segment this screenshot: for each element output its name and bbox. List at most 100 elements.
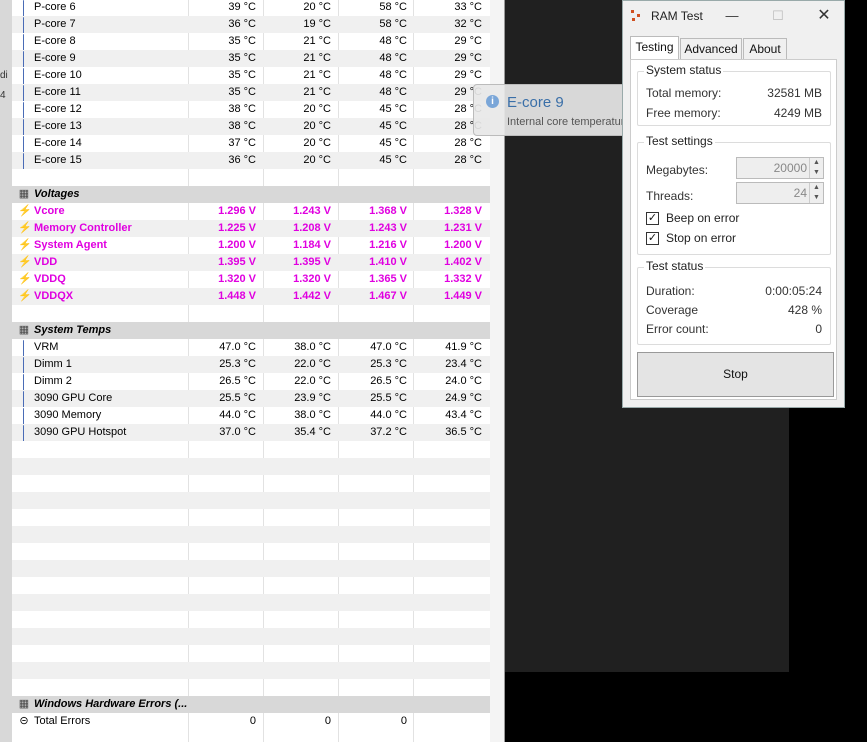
megabytes-stepper[interactable]: 20000 ▲ ▼ <box>736 157 824 179</box>
table-row[interactable]: │ VRM 47.0 °C 38.0 °C 47.0 °C 41.9 °C <box>12 339 490 356</box>
up-arrow-icon[interactable]: ▲ <box>809 183 823 193</box>
table-row[interactable]: │ P-core 7 36 °C 19 °C 58 °C 32 °C <box>12 16 490 33</box>
min-value: 1.208 V <box>293 222 331 234</box>
table-row[interactable]: │ 3090 GPU Core 25.5 °C 23.9 °C 25.5 °C 24.9 … <box>12 390 490 407</box>
test-settings-group: Test settings Megabytes: 20000 ▲ ▼ Threa… <box>637 134 831 255</box>
average-value: 24.9 °C <box>445 392 482 404</box>
section-header[interactable]: ▦ Windows Hardware Errors (... <box>12 696 490 713</box>
min-value: 20 °C <box>303 103 331 115</box>
minimize-icon[interactable]: — <box>722 6 742 26</box>
table-row[interactable]: │ E-core 8 35 °C 21 °C 48 °C 29 °C <box>12 33 490 50</box>
min-value: 23.9 °C <box>294 392 331 404</box>
app-logo-icon <box>631 10 641 22</box>
table-row[interactable]: ⚡ VDDQX 1.448 V 1.442 V 1.467 V 1.449 V <box>12 288 490 305</box>
beep-on-error-label[interactable]: Beep on error <box>666 211 739 225</box>
max-value: 1.368 V <box>369 205 407 217</box>
beep-on-error-checkbox[interactable]: ✓ <box>646 212 659 225</box>
table-row[interactable]: │ P-core 6 39 °C 20 °C 58 °C 33 °C <box>12 0 490 16</box>
max-value: 25.5 °C <box>370 392 407 404</box>
maximize-icon[interactable]: ☐ <box>768 6 788 26</box>
thermometer-icon: │ <box>19 374 29 389</box>
sensor-name: 3090 Memory <box>34 409 102 421</box>
stop-on-error-label[interactable]: Stop on error <box>666 231 736 245</box>
min-value: 21 °C <box>303 86 331 98</box>
max-value: 37.2 °C <box>370 426 407 438</box>
min-value: 20 °C <box>303 1 331 13</box>
sensor-name: E-core 14 <box>34 137 82 149</box>
table-row[interactable]: │ 3090 Memory 44.0 °C 38.0 °C 44.0 °C 43.4 °C <box>12 407 490 424</box>
average-value: 28 °C <box>454 137 482 149</box>
max-value: 25.3 °C <box>370 358 407 370</box>
tooltip-title: E-core 9 <box>507 94 564 111</box>
empty-row <box>12 679 490 696</box>
title-bar[interactable]: RAM Test — ☐ ✕ <box>623 1 844 31</box>
max-value: 1.216 V <box>369 239 407 251</box>
min-value: 1.243 V <box>293 205 331 217</box>
table-row[interactable]: │ 3090 GPU Hotspot 37.0 °C 35.4 °C 37.2 °C 36… <box>12 424 490 441</box>
sensor-name: P-core 7 <box>34 18 76 30</box>
min-value: 21 °C <box>303 52 331 64</box>
stop-button[interactable]: Stop <box>637 352 834 397</box>
current-value: 38 °C <box>228 120 256 132</box>
current-value: 35 °C <box>228 69 256 81</box>
max-value: 48 °C <box>379 69 407 81</box>
empty-row <box>12 441 490 458</box>
average-value: 32 °C <box>454 18 482 30</box>
sensor-name: Voltages <box>34 188 80 200</box>
empty-row <box>12 628 490 645</box>
threads-stepper[interactable]: 24 ▲ ▼ <box>736 182 824 204</box>
min-value: 38.0 °C <box>294 409 331 421</box>
table-row[interactable]: │ E-core 11 35 °C 21 °C 48 °C 29 °C <box>12 84 490 101</box>
tab-testing[interactable]: Testing <box>630 36 679 60</box>
current-value: 1.320 V <box>218 273 256 285</box>
sensor-name: P-core 6 <box>34 1 76 13</box>
current-value: 35 °C <box>228 86 256 98</box>
tab-advanced[interactable]: Advanced <box>680 38 742 59</box>
max-value: 45 °C <box>379 137 407 149</box>
empty-row <box>12 560 490 577</box>
down-arrow-icon[interactable]: ▼ <box>809 168 823 178</box>
table-row[interactable]: │ E-core 14 37 °C 20 °C 45 °C 28 °C <box>12 135 490 152</box>
table-row[interactable]: ⚡ Memory Controller 1.225 V 1.208 V 1.243 V 1… <box>12 220 490 237</box>
table-row[interactable]: │ E-core 15 36 °C 20 °C 45 °C 28 °C <box>12 152 490 169</box>
table-row[interactable]: ⊝ Total Errors 0 0 0 <box>12 713 490 730</box>
max-value: 1.467 V <box>369 290 407 302</box>
sensor-name: System Temps <box>34 324 112 336</box>
table-row[interactable]: ⚡ VDD 1.395 V 1.395 V 1.410 V 1.402 V <box>12 254 490 271</box>
section-header[interactable]: ▦ Voltages <box>12 186 490 203</box>
close-icon[interactable]: ✕ <box>814 6 834 26</box>
table-row[interactable]: ⚡ VDDQ 1.320 V 1.320 V 1.365 V 1.332 V <box>12 271 490 288</box>
average-value: 1.332 V <box>444 273 482 285</box>
current-value: 25.5 °C <box>219 392 256 404</box>
table-row[interactable]: ⚡ Vcore 1.296 V 1.243 V 1.368 V 1.328 V <box>12 203 490 220</box>
thermometer-icon: │ <box>19 340 29 355</box>
up-arrow-icon[interactable]: ▲ <box>809 158 823 168</box>
min-value: 20 °C <box>303 137 331 149</box>
max-value: 47.0 °C <box>370 341 407 353</box>
table-row[interactable]: │ Dimm 2 26.5 °C 22.0 °C 26.5 °C 24.0 °C <box>12 373 490 390</box>
chip-icon: ▦ <box>18 188 30 200</box>
sensor-name: Dimm 1 <box>34 358 72 370</box>
table-row[interactable]: │ E-core 13 38 °C 20 °C 45 °C 28 °C <box>12 118 490 135</box>
empty-row <box>12 526 490 543</box>
max-value: 1.243 V <box>369 222 407 234</box>
current-value: 1.448 V <box>218 290 256 302</box>
table-row[interactable]: ⚡ System Agent 1.200 V 1.184 V 1.216 V 1.200 … <box>12 237 490 254</box>
table-row[interactable]: │ E-core 12 38 °C 20 °C 45 °C 28 °C <box>12 101 490 118</box>
stop-on-error-checkbox[interactable]: ✓ <box>646 232 659 245</box>
section-header[interactable]: ▦ System Temps <box>12 322 490 339</box>
min-value: 1.320 V <box>293 273 331 285</box>
table-row[interactable]: │ E-core 10 35 °C 21 °C 48 °C 29 °C <box>12 67 490 84</box>
average-value: 1.328 V <box>444 205 482 217</box>
total-memory-value: 32581 MB <box>767 86 822 100</box>
table-row[interactable]: │ E-core 9 35 °C 21 °C 48 °C 29 °C <box>12 50 490 67</box>
sensor-name: Memory Controller <box>34 222 132 234</box>
sensor-name: System Agent <box>34 239 107 251</box>
empty-row <box>12 594 490 611</box>
window-title: RAM Test <box>651 9 703 23</box>
thermometer-icon: │ <box>19 68 29 83</box>
down-arrow-icon[interactable]: ▼ <box>809 193 823 203</box>
table-row[interactable]: │ Dimm 1 25.3 °C 22.0 °C 25.3 °C 23.4 °C <box>12 356 490 373</box>
tab-about[interactable]: About <box>743 38 787 59</box>
error-count-value: 0 <box>815 322 822 336</box>
